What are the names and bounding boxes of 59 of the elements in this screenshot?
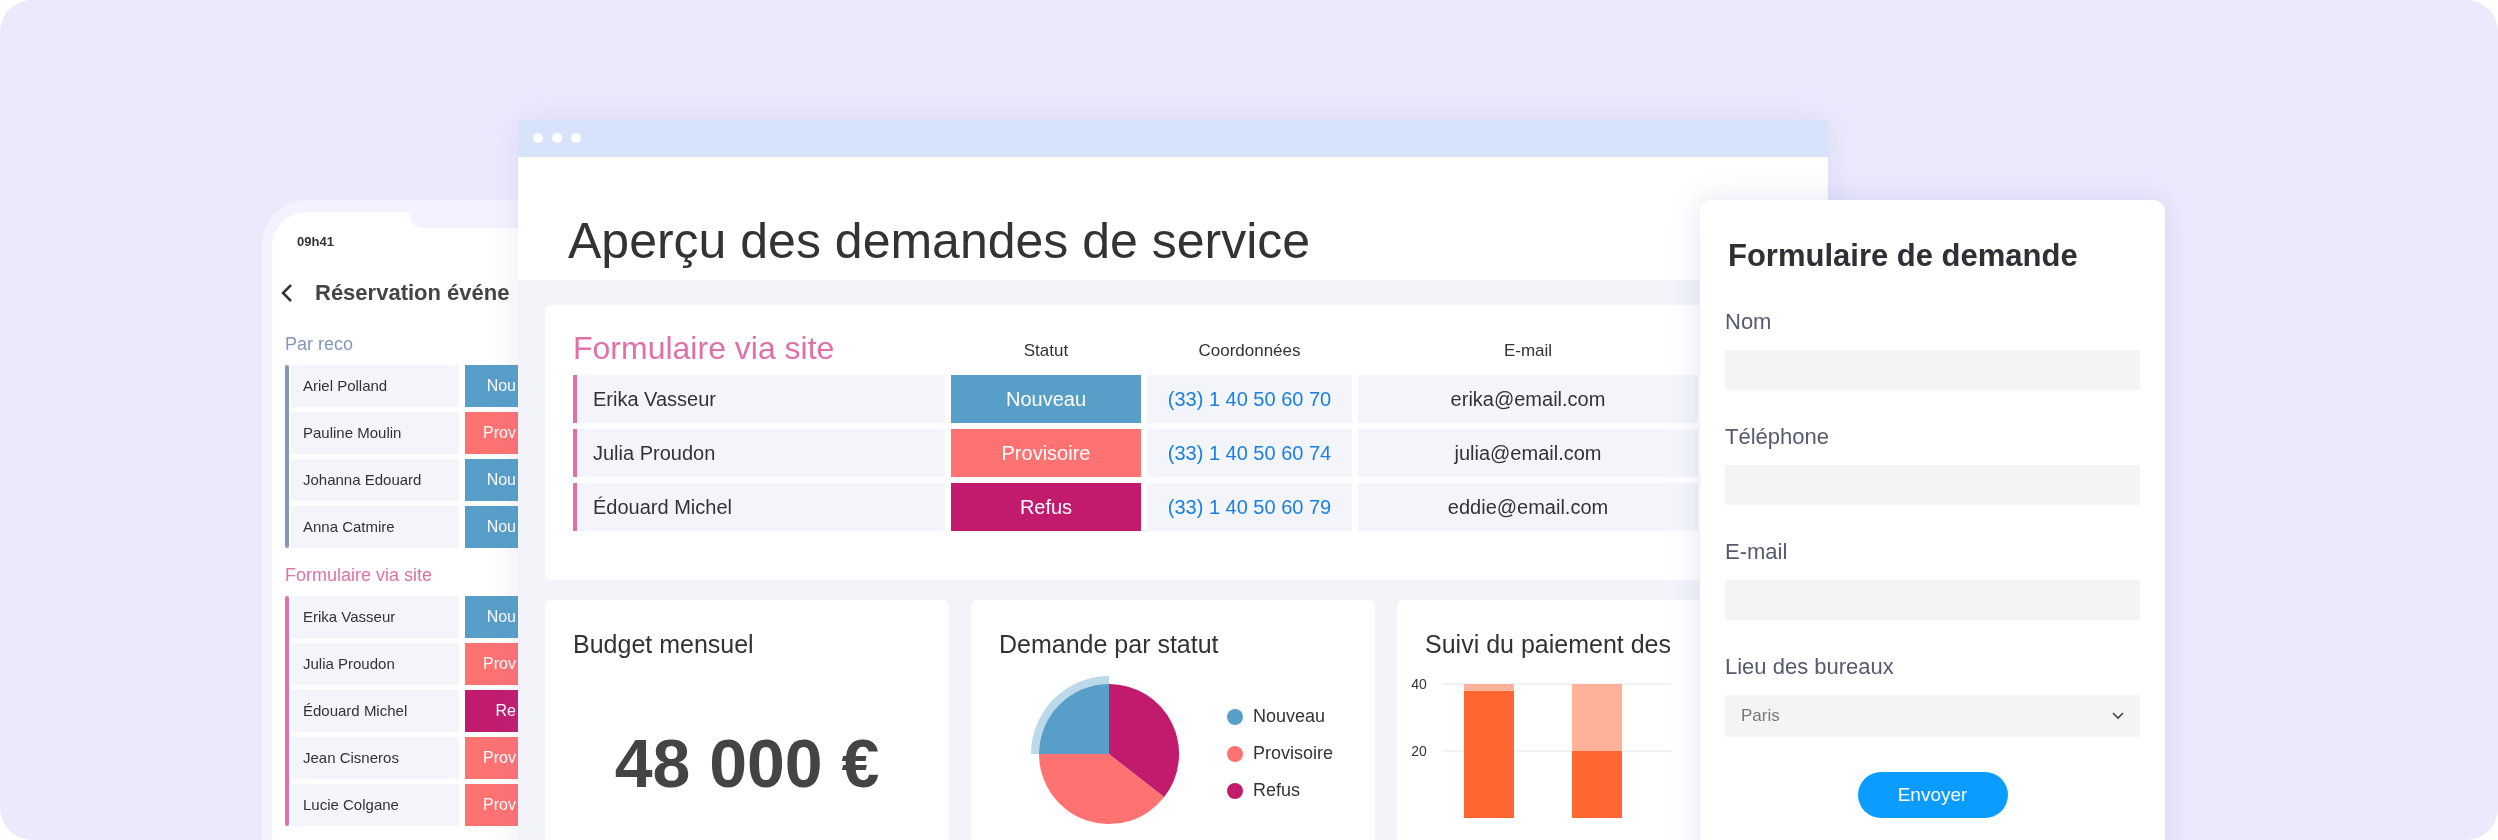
group-heading: Par reco xyxy=(285,333,355,355)
group-heading: Formulaire via site xyxy=(285,564,434,586)
chevron-down-icon xyxy=(2112,712,2124,720)
table-group-title: Formulaire via site xyxy=(573,329,836,368)
axis-tick-label: 40 xyxy=(1411,675,1427,692)
back-chevron-icon[interactable] xyxy=(280,282,294,303)
email-cell: erika@email.com xyxy=(1358,375,1698,423)
legend-label: Nouveau xyxy=(1253,705,1326,728)
field-label: Lieu des bureaux xyxy=(1725,653,1895,681)
phone-cell: (33) 1 40 50 60 74 xyxy=(1147,429,1352,477)
column-header: E-mail xyxy=(1502,340,1554,363)
name-cell: Johanna Edouard xyxy=(291,459,459,501)
budget-amount: 48 000 € xyxy=(613,723,881,803)
name-cell: Erika Vasseur xyxy=(291,596,459,638)
legend-label: Refus xyxy=(1253,779,1301,802)
page-title: Aperçu des demandes de service xyxy=(568,212,1311,269)
phone-cell: (33) 1 40 50 60 79 xyxy=(1147,483,1352,531)
name-cell: Édouard Michel xyxy=(291,690,459,732)
submit-button[interactable]: Envoyer xyxy=(1857,772,2008,818)
field-label: Téléphone xyxy=(1725,423,1830,451)
status-time: 09h41 xyxy=(297,233,334,251)
card-title: Suivi du paiement des xyxy=(1425,629,1672,660)
status-pill: Provisoire xyxy=(951,429,1141,477)
status-pill: Prov xyxy=(465,737,518,779)
form-title: Formulaire de demande xyxy=(1727,237,2079,275)
name-cell: Ariel Polland xyxy=(291,365,459,407)
status-pill: Nou xyxy=(465,596,518,638)
axis-tick-label: 20 xyxy=(1411,742,1427,759)
phone-cell: (33) 1 40 50 60 70 xyxy=(1147,375,1352,423)
status-pill: Re xyxy=(465,690,518,732)
status-pill: Nou xyxy=(465,365,518,407)
status-pill: Prov xyxy=(465,412,518,454)
name-cell: Anna Catmire xyxy=(291,506,459,548)
status-pill: Prov xyxy=(465,643,518,685)
name-cell: Édouard Michel xyxy=(573,483,945,531)
column-header: Coordonnées xyxy=(1197,340,1302,363)
legend-label: Provisoire xyxy=(1253,742,1334,765)
column-header: Statut xyxy=(1022,340,1070,363)
status-pill: Nouveau xyxy=(951,375,1141,423)
status-pill: Nou xyxy=(465,459,518,501)
office-select[interactable]: Paris xyxy=(1725,695,2140,737)
bar xyxy=(1572,683,1622,751)
name-cell: Julia Proudon xyxy=(573,429,945,477)
name-cell: Jean Cisneros xyxy=(291,737,459,779)
name-cell: Lucie Colgane xyxy=(291,784,459,826)
card-title: Budget mensuel xyxy=(573,629,755,660)
field-label: Nom xyxy=(1725,308,1773,336)
email-cell: julia@email.com xyxy=(1358,429,1698,477)
card-title: Demande par statut xyxy=(999,629,1220,660)
name-cell: Pauline Moulin xyxy=(291,412,459,454)
email-cell: eddie@email.com xyxy=(1358,483,1698,531)
status-pill: Prov xyxy=(465,784,518,826)
name-cell: Julia Proudon xyxy=(291,643,459,685)
name-cell: Erika Vasseur xyxy=(573,375,945,423)
screen-title: Réservation événe xyxy=(315,279,510,307)
bar xyxy=(1572,750,1622,818)
status-pill: Refus xyxy=(951,483,1141,531)
field-label: E-mail xyxy=(1725,538,1789,566)
status-pill: Nou xyxy=(465,506,518,548)
